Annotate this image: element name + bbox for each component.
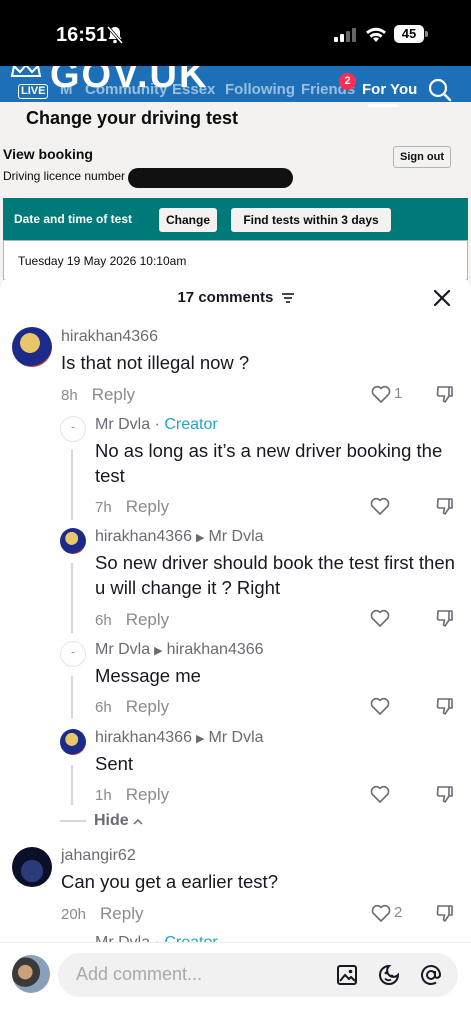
comment-time: 8h xyxy=(61,387,78,404)
test-date: Tuesday 19 May 2026 10:10am xyxy=(18,254,187,268)
dislike-icon[interactable] xyxy=(435,784,455,804)
creator-avatar[interactable]: ~ xyxy=(60,416,86,442)
comment-meta: 1h Reply xyxy=(95,785,169,805)
booking-panel: View booking Driving licence number Sign… xyxy=(0,138,471,288)
panel-label: Date and time of test xyxy=(14,212,133,226)
thread-line xyxy=(71,563,73,633)
comment-meta: 8h Reply xyxy=(61,385,135,405)
comment-meta: 6h Reply xyxy=(95,610,169,630)
comment-meta: 6h Reply xyxy=(95,697,169,717)
sign-out-button[interactable]: Sign out xyxy=(393,146,451,168)
tab-following[interactable]: Following xyxy=(225,81,295,98)
heart-icon[interactable] xyxy=(371,385,391,403)
comment-time: 1h xyxy=(95,787,112,804)
comments-count: 17 comments xyxy=(177,289,274,306)
close-icon[interactable] xyxy=(433,289,451,307)
comment-text: Sent xyxy=(95,753,134,774)
signal-icon xyxy=(334,28,356,42)
tab-community[interactable]: Community xyxy=(85,81,168,98)
reply-button[interactable]: Reply xyxy=(100,904,143,923)
test-panel: Date and time of test Change Find tests … xyxy=(3,198,468,240)
search-icon[interactable] xyxy=(428,78,452,102)
comment-text: Can you get a earlier test? xyxy=(61,871,278,892)
comment-time: 7h xyxy=(95,499,112,516)
heart-icon[interactable] xyxy=(370,497,390,515)
emoji-icon[interactable] xyxy=(378,964,400,986)
comment-meta: 7h Reply xyxy=(95,497,169,517)
comment-username[interactable]: hirakhan4366 xyxy=(61,328,158,346)
comment-input[interactable]: Add comment... xyxy=(58,953,458,997)
change-button[interactable]: Change xyxy=(159,208,217,232)
avatar[interactable] xyxy=(60,528,86,554)
comment-username[interactable]: jahangir62 xyxy=(61,847,136,865)
comment-composer: Add comment... xyxy=(0,942,471,1024)
my-avatar[interactable] xyxy=(12,955,50,993)
reply-button[interactable]: Reply xyxy=(126,785,169,804)
like-count: 1 xyxy=(394,385,403,402)
reply-button[interactable]: Reply xyxy=(92,385,135,404)
comment-text: Is that not illegal now ? xyxy=(61,352,250,373)
test-date-box: Tuesday 19 May 2026 10:10am xyxy=(3,240,468,280)
dislike-icon[interactable] xyxy=(435,384,455,404)
tab-m[interactable]: M xyxy=(60,81,73,98)
like-count: 2 xyxy=(394,904,403,921)
page-title: Change your driving test xyxy=(26,108,239,128)
image-icon[interactable] xyxy=(336,964,358,986)
view-booking-heading: View booking xyxy=(3,146,93,162)
heart-icon[interactable] xyxy=(371,904,391,922)
comment-text: So new driver should book the test first… xyxy=(95,552,455,598)
dislike-icon[interactable] xyxy=(435,696,455,716)
chevron-up-icon xyxy=(133,818,143,825)
thread-line xyxy=(71,765,73,805)
comment-text: Message me xyxy=(95,665,201,686)
dislike-icon[interactable] xyxy=(435,496,455,516)
sort-icon[interactable] xyxy=(281,293,294,303)
tab-for-you[interactable]: For You xyxy=(362,81,417,98)
friends-badge: 2 xyxy=(339,73,356,90)
creator-label: Creator xyxy=(164,416,218,433)
active-tab-indicator xyxy=(368,104,398,107)
reply-button[interactable]: Reply xyxy=(126,610,169,629)
heart-icon[interactable] xyxy=(370,697,390,715)
heart-icon[interactable] xyxy=(370,609,390,627)
avatar[interactable] xyxy=(60,729,86,755)
status-bar: 16:51 45 xyxy=(0,0,471,66)
find-tests-button[interactable]: Find tests within 3 days xyxy=(231,208,391,232)
heart-icon[interactable] xyxy=(370,785,390,803)
thread-line xyxy=(71,676,73,718)
battery-level: 45 xyxy=(394,25,424,43)
reply-button[interactable]: Reply xyxy=(126,497,169,516)
mention-icon[interactable] xyxy=(420,964,442,986)
comment-meta: 20h Reply xyxy=(61,904,144,924)
hide-replies-button[interactable]: Hide xyxy=(94,812,143,830)
comment-time: 6h xyxy=(95,612,112,629)
hide-divider xyxy=(60,820,86,822)
dislike-icon[interactable] xyxy=(435,903,455,923)
dislike-icon[interactable] xyxy=(435,608,455,628)
bell-muted-icon xyxy=(106,26,124,44)
tab-essex[interactable]: Essex xyxy=(172,81,215,98)
comment-username[interactable]: Mr Dvla · Creator xyxy=(95,416,218,434)
feed-tabs: LIVE M Community Essex Following Friends… xyxy=(0,73,471,107)
status-time: 16:51 xyxy=(56,24,108,46)
comment-username[interactable]: hirakhan4366 ▶ Mr Dvla xyxy=(95,729,264,747)
creator-avatar[interactable]: ~ xyxy=(60,641,86,667)
comment-username[interactable]: hirakhan4366 ▶ Mr Dvla xyxy=(95,528,264,546)
comment-time: 20h xyxy=(61,906,87,923)
comments-count-header[interactable]: 17 comments xyxy=(0,289,471,306)
redaction-bar xyxy=(128,168,293,188)
battery-icon: 45 xyxy=(394,25,428,43)
thread-line xyxy=(71,450,73,520)
avatar[interactable] xyxy=(12,327,52,367)
avatar[interactable] xyxy=(12,847,52,887)
wifi-icon xyxy=(366,27,386,42)
live-button[interactable]: LIVE xyxy=(18,84,49,99)
comment-text: No as long as it’s a new driver booking … xyxy=(95,440,443,486)
comment-time: 6h xyxy=(95,699,112,716)
reply-button[interactable]: Reply xyxy=(126,697,169,716)
comment-username[interactable]: Mr Dvla ▶ hirakhan4366 xyxy=(95,641,264,659)
comment-placeholder: Add comment... xyxy=(76,964,203,984)
licence-label: Driving licence number xyxy=(3,169,126,183)
